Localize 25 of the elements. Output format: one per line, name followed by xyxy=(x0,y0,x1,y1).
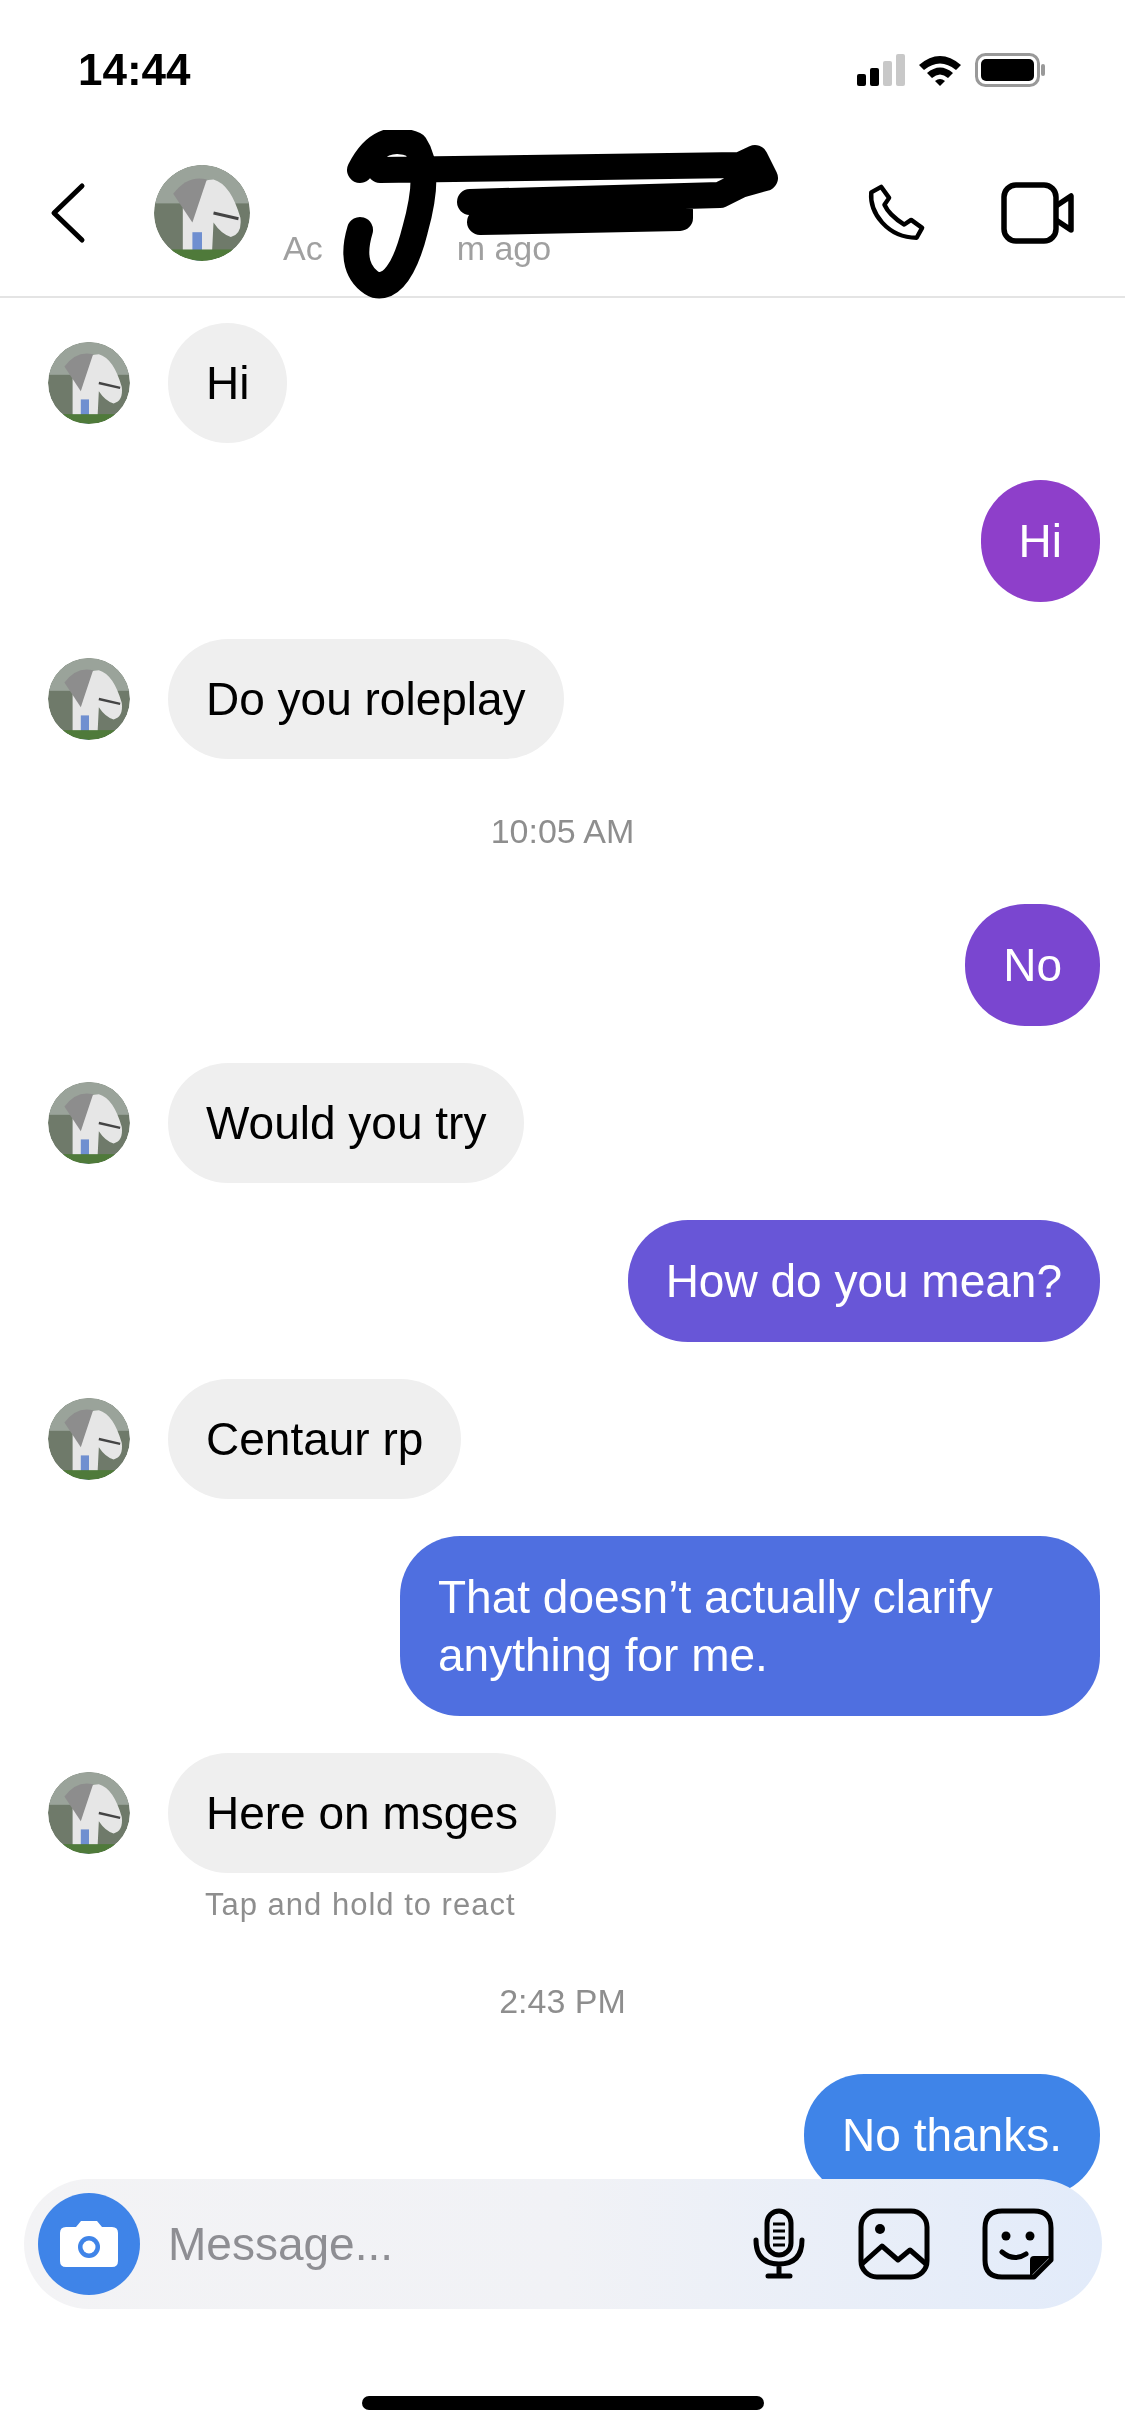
wifi-icon xyxy=(917,53,963,87)
received-message: Would you try xyxy=(168,1063,525,1183)
received-message: Here on msges xyxy=(168,1753,556,1873)
received-message: Do you roleplay xyxy=(168,639,564,759)
react-hint: Tap and hold to react xyxy=(205,1887,516,1922)
received-message: Centaur rp xyxy=(168,1379,462,1499)
timestamp: 10:05 AM xyxy=(490,811,635,852)
microphone-icon[interactable] xyxy=(752,2208,806,2280)
image-icon[interactable] xyxy=(858,2208,930,2280)
sticker-icon[interactable] xyxy=(982,2208,1054,2280)
timestamp: 2:43 PM xyxy=(499,1980,626,2022)
battery-icon xyxy=(975,53,1047,87)
camera-icon xyxy=(58,2219,120,2269)
sent-message: No xyxy=(965,904,1100,1026)
status-time: 14:44 xyxy=(78,44,191,96)
signal-icon xyxy=(857,54,905,86)
received-message: Hi xyxy=(168,323,288,443)
sent-message: Hi xyxy=(980,480,1100,602)
sent-message: That doesn’t actually clarify anything for me. xyxy=(400,1536,1100,1716)
message-field[interactable]: Message... xyxy=(24,2179,1102,2309)
active-status-text: m ago xyxy=(456,227,552,269)
sent-message: How do you mean? xyxy=(627,1220,1100,1342)
video-call-icon[interactable] xyxy=(1001,182,1077,244)
active-status-text: Ac xyxy=(283,227,323,269)
message-input[interactable]: Message... xyxy=(168,2209,752,2279)
